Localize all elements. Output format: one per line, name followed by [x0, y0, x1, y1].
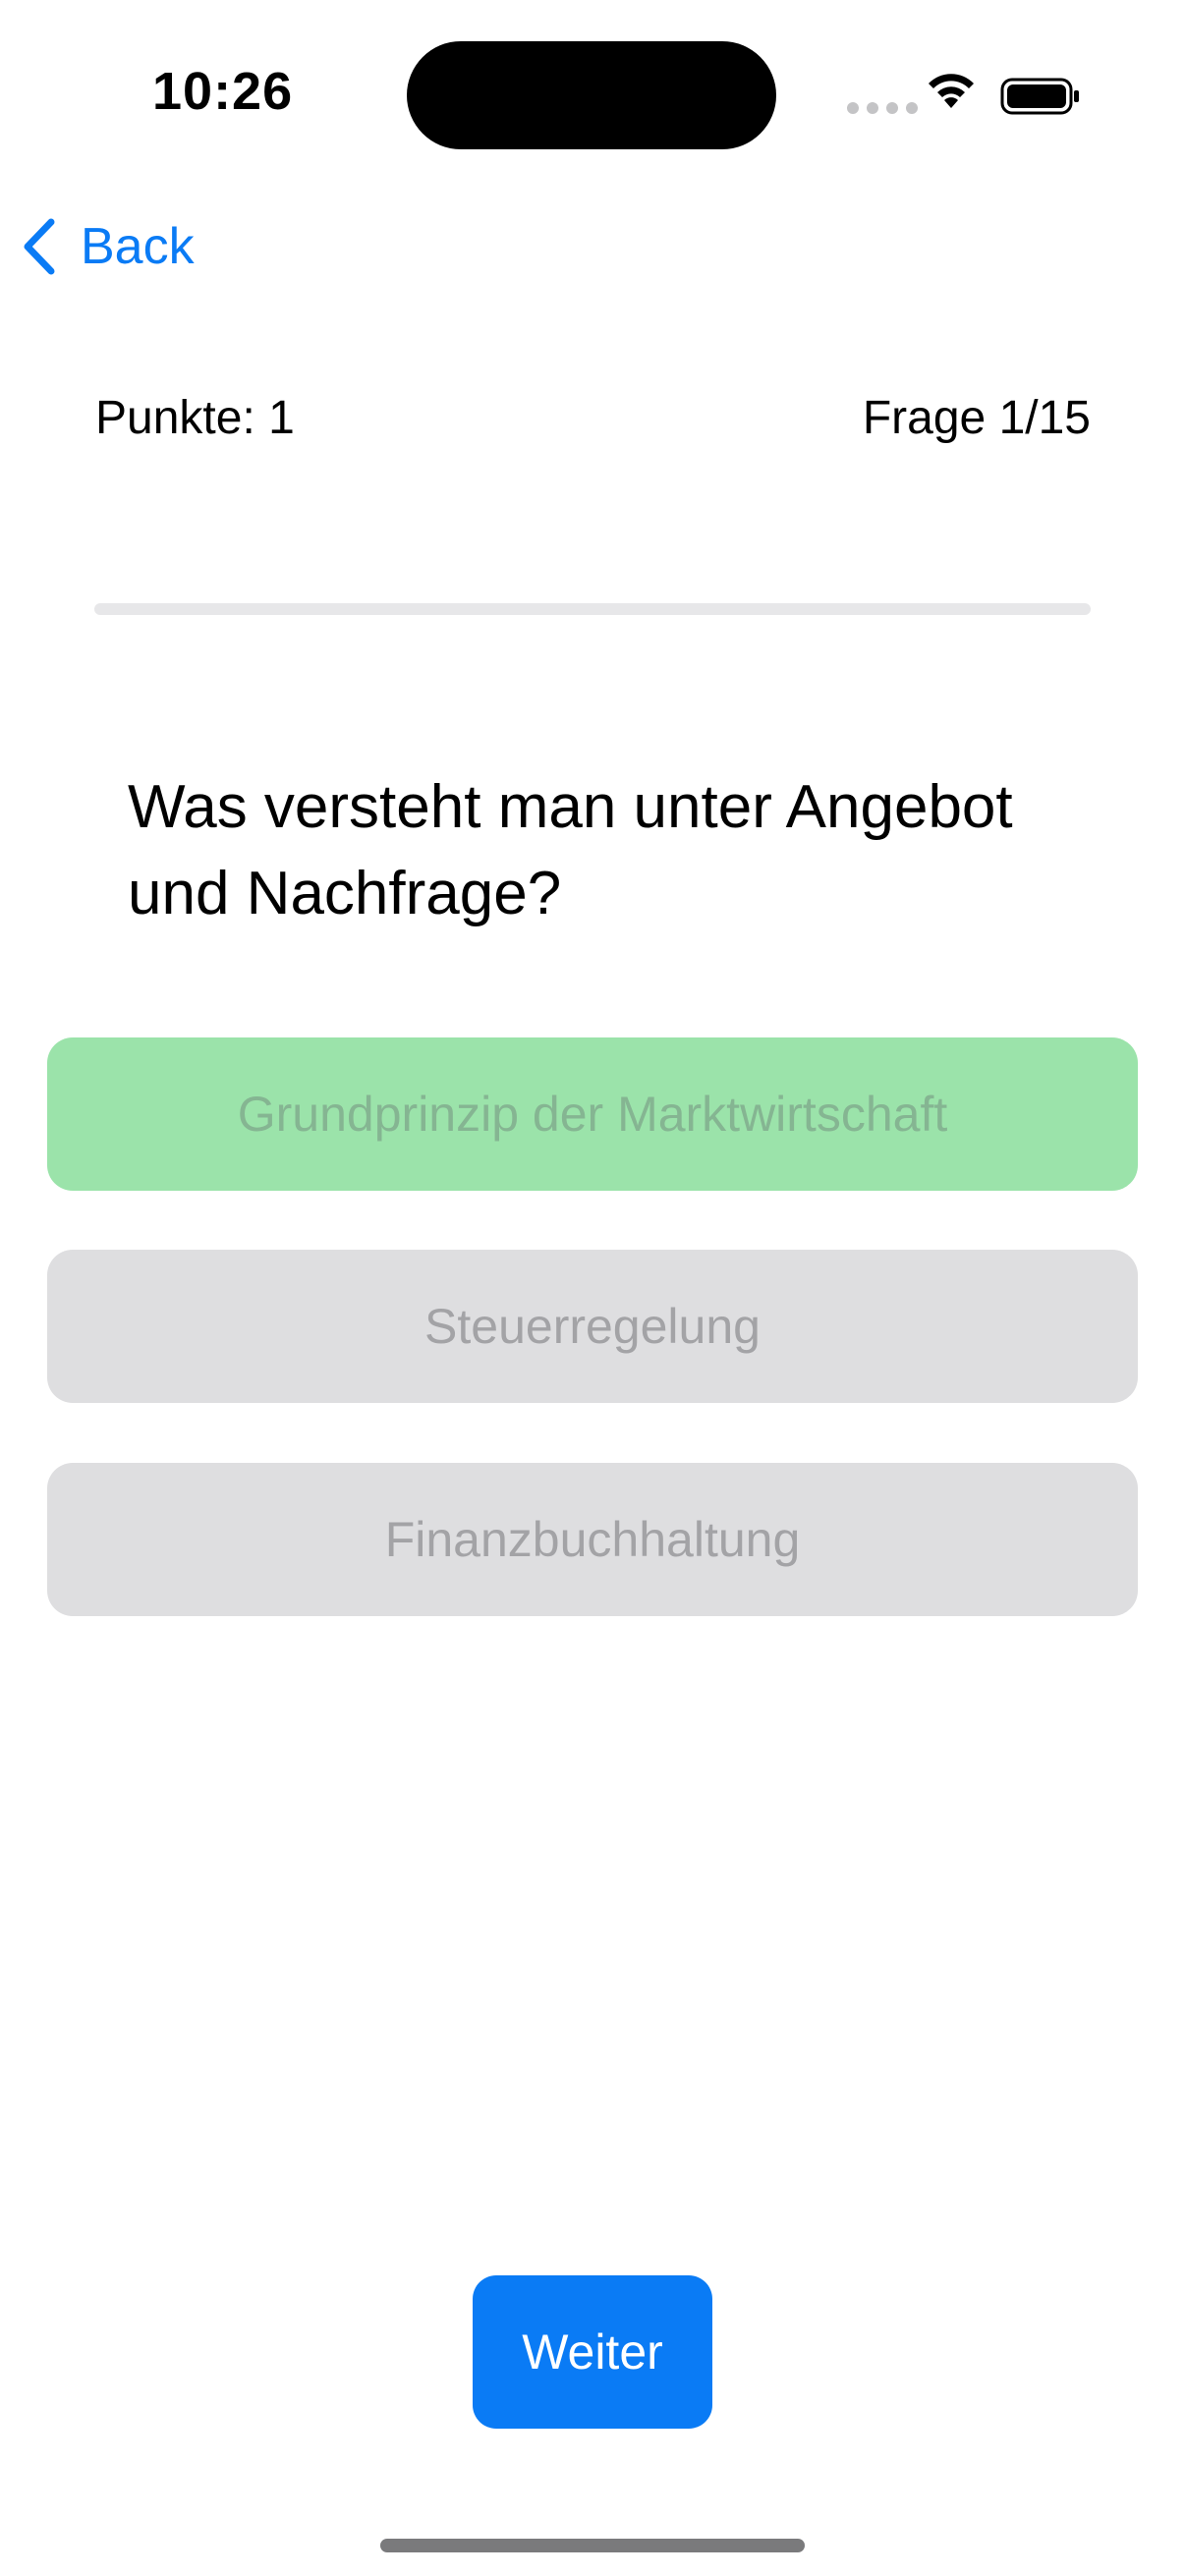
dynamic-island — [407, 41, 776, 149]
cellular-signal-icon — [847, 102, 918, 114]
question-counter: Frage 1/15 — [862, 392, 1091, 444]
status-bar: 10:26 — [0, 0, 1185, 187]
navigation-bar: Back — [0, 187, 1185, 305]
home-indicator — [380, 2539, 805, 2552]
status-time: 10:26 — [152, 62, 294, 121]
score-label: Punkte: 1 — [95, 392, 295, 444]
battery-icon — [1000, 78, 1079, 115]
answer-option-3[interactable]: Finanzbuchhaltung — [47, 1463, 1138, 1616]
back-button[interactable]: Back — [22, 202, 195, 291]
wifi-icon — [929, 74, 974, 108]
answer-option-1[interactable]: Grundprinzip der Marktwirtschaft — [47, 1037, 1138, 1191]
question-text: Was versteht man unter Angebot und Nachf… — [128, 773, 1013, 927]
answer-option-2[interactable]: Steuerregelung — [47, 1250, 1138, 1403]
quiz-progress-bar — [94, 603, 1091, 615]
next-button[interactable]: Weiter — [473, 2275, 712, 2429]
back-button-label: Back — [81, 218, 195, 275]
chevron-left-icon — [24, 218, 55, 275]
